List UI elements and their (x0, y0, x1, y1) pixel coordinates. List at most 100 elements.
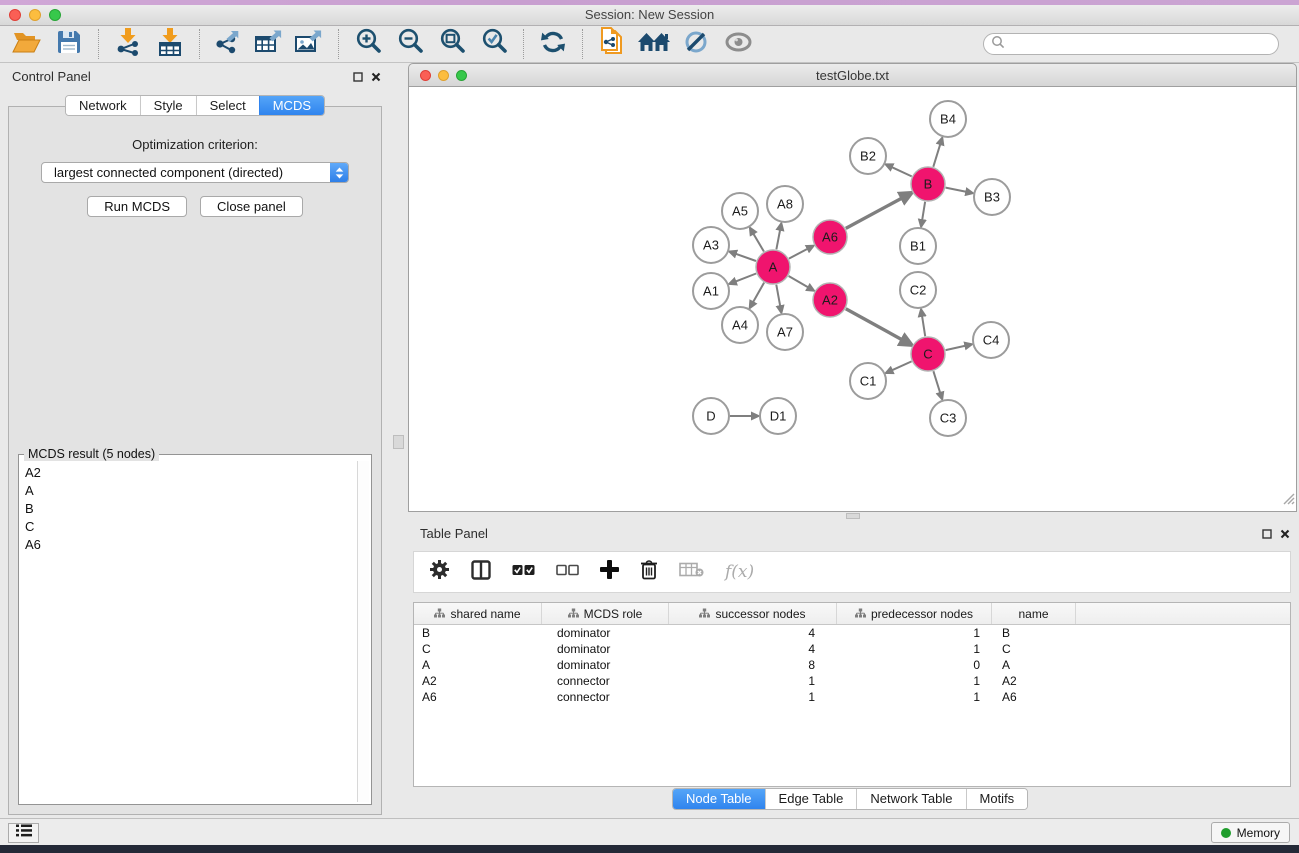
graph-edge-A-A6[interactable] (789, 248, 809, 258)
table-row[interactable]: A2connector11A2 (414, 673, 1290, 689)
column-header-MCDS-role[interactable]: MCDS role (542, 603, 669, 624)
graph-node-C1[interactable]: C1 (850, 363, 886, 399)
export-table-button[interactable] (252, 28, 286, 60)
graph-edge-A-A5[interactable] (753, 233, 764, 252)
tab-network[interactable]: Network (66, 96, 140, 115)
graph-node-A2[interactable]: A2 (813, 283, 847, 317)
mcds-result-item[interactable]: A6 (21, 536, 355, 554)
open-network-file-button[interactable] (595, 28, 629, 60)
close-table-panel-icon[interactable] (1279, 528, 1291, 540)
delete-column-button[interactable] (640, 559, 658, 585)
splitter-handle[interactable] (846, 513, 860, 519)
graph-edge-B-B2[interactable] (891, 167, 912, 177)
graph-node-A5[interactable]: A5 (722, 193, 758, 229)
export-network-button[interactable] (212, 28, 246, 60)
graph-edge-C-C1[interactable] (891, 361, 912, 370)
table-row[interactable]: A6connector11A6 (414, 689, 1290, 705)
refresh-view-button[interactable] (536, 28, 570, 60)
zoom-in-button[interactable] (351, 28, 385, 60)
import-table-button[interactable] (153, 28, 187, 60)
network-canvas[interactable]: B4B2BB3A8A5A6A3B1AA1C2A2A4A7C4CC1DD1C3 (408, 87, 1297, 512)
add-column-button[interactable] (600, 560, 619, 584)
graph-edge-A-A8[interactable] (776, 229, 780, 250)
graph-edge-A2-C[interactable] (846, 309, 904, 341)
graph-node-D1[interactable]: D1 (760, 398, 796, 434)
graph-edge-C-C2[interactable] (922, 315, 925, 336)
graph-node-A7[interactable]: A7 (767, 314, 803, 350)
mcds-result-item[interactable]: C (21, 518, 355, 536)
table-row[interactable]: Adominator80A (414, 657, 1290, 673)
graph-edge-B-B1[interactable] (922, 202, 925, 221)
graph-edge-A-A2[interactable] (789, 276, 810, 288)
graph-edge-C-C4[interactable] (946, 346, 967, 351)
result-scrollbar[interactable] (357, 461, 369, 802)
minimize-network-window-button[interactable] (438, 70, 449, 81)
close-window-button[interactable] (9, 9, 21, 21)
graph-edge-C-C3[interactable] (933, 371, 940, 394)
graph-node-A6[interactable]: A6 (813, 220, 847, 254)
tab-style[interactable]: Style (140, 96, 196, 115)
deselect-all-icon[interactable] (556, 563, 579, 581)
mcds-result-item[interactable]: B (21, 500, 355, 518)
open-session-button[interactable] (10, 28, 44, 60)
graph-edge-A-A3[interactable] (735, 253, 756, 261)
table-row[interactable]: Bdominator41B (414, 625, 1290, 641)
zoom-out-button[interactable] (393, 28, 427, 60)
tab-node-table[interactable]: Node Table (673, 789, 765, 809)
zoom-selected-button[interactable] (477, 28, 511, 60)
mcds-result-item[interactable]: A (21, 482, 355, 500)
memory-button[interactable]: Memory (1211, 822, 1290, 843)
graph-edge-A-A7[interactable] (776, 285, 780, 308)
export-image-button[interactable] (292, 28, 326, 60)
graph-node-B2[interactable]: B2 (850, 138, 886, 174)
close-panel-icon[interactable] (370, 71, 382, 83)
graph-edge-A-A1[interactable] (735, 274, 757, 282)
graph-node-C2[interactable]: C2 (900, 272, 936, 308)
criterion-dropdown[interactable]: largest connected component (directed) (41, 162, 349, 183)
run-mcds-button[interactable]: Run MCDS (87, 196, 187, 217)
table-settings-button[interactable] (429, 559, 450, 585)
graph-node-B[interactable]: B (911, 167, 945, 201)
save-session-button[interactable] (52, 28, 86, 60)
column-header-shared-name[interactable]: shared name (414, 603, 542, 624)
graph-edge-A-A4[interactable] (753, 283, 765, 304)
close-panel-button[interactable]: Close panel (200, 196, 303, 217)
graph-node-B4[interactable]: B4 (930, 101, 966, 137)
column-header-successor-nodes[interactable]: successor nodes (669, 603, 837, 624)
zoom-window-button[interactable] (49, 9, 61, 21)
hide-panel-button[interactable] (679, 28, 713, 60)
float-panel-icon[interactable] (352, 71, 364, 83)
graph-node-A1[interactable]: A1 (693, 273, 729, 309)
mcds-result-item[interactable]: A2 (21, 464, 355, 482)
minimize-window-button[interactable] (29, 9, 41, 21)
table-row[interactable]: Cdominator41C (414, 641, 1290, 657)
global-search-field[interactable] (983, 33, 1279, 55)
zoom-network-window-button[interactable] (456, 70, 467, 81)
task-history-button[interactable] (8, 823, 39, 843)
graph-node-A3[interactable]: A3 (693, 227, 729, 263)
graph-node-C4[interactable]: C4 (973, 322, 1009, 358)
select-all-icon[interactable] (512, 563, 535, 581)
horizontal-splitter[interactable] (408, 512, 1299, 520)
graph-node-C[interactable]: C (911, 337, 945, 371)
tab-mcds[interactable]: MCDS (259, 96, 324, 115)
graph-node-D[interactable]: D (693, 398, 729, 434)
tab-motifs[interactable]: Motifs (966, 789, 1028, 809)
splitter-handle[interactable] (393, 435, 404, 449)
graph-node-B1[interactable]: B1 (900, 228, 936, 264)
float-table-panel-icon[interactable] (1261, 528, 1273, 540)
graph-node-A8[interactable]: A8 (767, 186, 803, 222)
column-visibility-button[interactable] (471, 560, 491, 585)
import-network-button[interactable] (111, 28, 145, 60)
graph-node-B3[interactable]: B3 (974, 179, 1010, 215)
tab-edge-table[interactable]: Edge Table (765, 789, 857, 809)
network-graph[interactable]: B4B2BB3A8A5A6A3B1AA1C2A2A4A7C4CC1DD1C3 (409, 87, 1296, 510)
resize-grip-icon[interactable] (1282, 492, 1295, 510)
graph-node-A[interactable]: A (756, 250, 790, 284)
vertical-splitter[interactable] (390, 63, 408, 818)
home-button[interactable] (637, 28, 671, 60)
graph-edge-B-B3[interactable] (946, 188, 968, 192)
graph-edge-A6-B[interactable] (846, 197, 904, 228)
search-input[interactable] (1005, 35, 1278, 53)
mcds-result-list[interactable]: A2ABCA6 (21, 461, 355, 802)
